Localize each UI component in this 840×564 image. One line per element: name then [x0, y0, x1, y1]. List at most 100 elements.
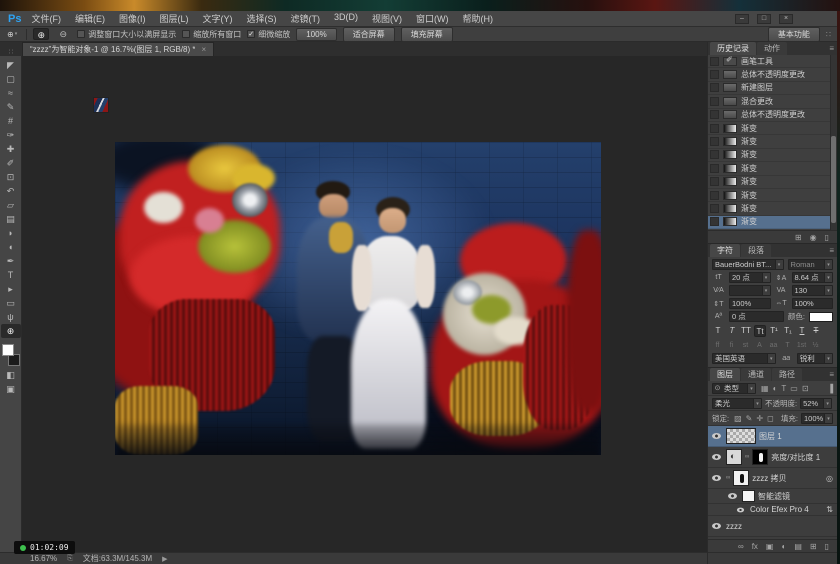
subscript-button[interactable]: T₁: [782, 325, 794, 337]
smart-filter-item-row[interactable]: Color Efex Pro 4 ⇅: [708, 504, 837, 516]
menu-item[interactable]: 帮助(H): [462, 12, 493, 25]
shape-tool[interactable]: ▭: [1, 296, 21, 310]
foreground-color-swatch[interactable]: [2, 344, 14, 356]
history-step[interactable]: 渐变: [708, 216, 837, 229]
font-style-select[interactable]: Roman▾: [788, 259, 833, 270]
type-filter-icon[interactable]: T: [781, 384, 786, 393]
menu-item[interactable]: 图层(L): [159, 12, 188, 25]
blur-tool[interactable]: ◗: [1, 226, 21, 240]
tab-character[interactable]: 字符: [710, 244, 740, 257]
chevron-down-icon[interactable]: ▾: [762, 273, 770, 282]
shape-filter-icon[interactable]: ▭: [790, 384, 798, 393]
text-color-swatch[interactable]: [809, 312, 833, 322]
history-step[interactable]: 渐变: [708, 149, 837, 162]
hand-tool[interactable]: ψ: [1, 310, 21, 324]
all-caps-button[interactable]: TT: [740, 325, 752, 337]
fill-select[interactable]: 100%▾: [801, 413, 833, 424]
chevron-down-icon[interactable]: ▾: [767, 354, 775, 363]
chevron-down-icon[interactable]: ▾: [775, 260, 783, 269]
zoom-in-button[interactable]: ⊕: [33, 28, 49, 40]
new-layer-icon[interactable]: ⊞: [810, 542, 817, 551]
history-step[interactable]: 新建图层: [708, 82, 837, 95]
menu-item[interactable]: 编辑(E): [75, 12, 105, 25]
layer-name[interactable]: zzzz 拷贝: [752, 473, 823, 484]
smart-filter-badge-icon[interactable]: ◎: [826, 474, 833, 483]
delete-icon[interactable]: ▯: [825, 542, 829, 551]
tab-paragraph[interactable]: 段落: [741, 244, 771, 257]
faux-bold-button[interactable]: T: [712, 325, 724, 337]
menu-item[interactable]: 图像(I): [119, 12, 146, 25]
document-tab[interactable]: “zzzz”为智能对象-1 @ 16.7%(图层 1, RGB/8) * ×: [22, 42, 214, 56]
adjustment-layer-icon[interactable]: [726, 449, 742, 465]
history-source-checkbox[interactable]: [710, 150, 719, 159]
mask-icon[interactable]: ▣: [766, 542, 774, 551]
chevron-down-icon[interactable]: ▾: [762, 286, 770, 295]
filter-blending-icon[interactable]: ⇅: [826, 505, 833, 514]
chevron-down-icon[interactable]: ▾: [824, 260, 832, 269]
new-doc-icon[interactable]: ⊞: [795, 233, 802, 242]
visibility-toggle[interactable]: [734, 507, 747, 513]
eyedropper-tool[interactable]: ✑: [1, 128, 21, 142]
gradient-tool[interactable]: ▤: [1, 212, 21, 226]
quick-mask-button[interactable]: ◧: [1, 368, 21, 382]
history-source-checkbox[interactable]: [710, 124, 719, 133]
lock-all-icon[interactable]: ◻: [767, 414, 774, 423]
chevron-down-icon[interactable]: ▾: [753, 399, 761, 408]
layer-name[interactable]: 亮度/对比度 1: [771, 452, 835, 463]
blend-mode-select[interactable]: 柔光▾: [712, 398, 762, 409]
checkbox-icon[interactable]: [77, 30, 85, 38]
font-size-select[interactable]: 20 点▾: [729, 272, 771, 283]
visibility-toggle[interactable]: [710, 523, 723, 529]
history-step[interactable]: 混合更改: [708, 95, 837, 108]
zoom-all-windows-option[interactable]: 缩放所有窗口: [182, 29, 241, 40]
lasso-tool[interactable]: ≈: [1, 86, 21, 100]
visibility-toggle[interactable]: [710, 433, 723, 439]
vertical-scale-field[interactable]: 100%: [729, 298, 771, 309]
tab-actions[interactable]: 动作: [757, 42, 787, 55]
resize-window-option[interactable]: 调整窗口大小以满屏显示: [77, 29, 176, 40]
snapshot-icon[interactable]: ◉: [810, 233, 817, 242]
history-source-checkbox[interactable]: [710, 110, 719, 119]
smart-filters-row[interactable]: 智能滤镜: [708, 489, 837, 504]
brush-tool[interactable]: ✐: [1, 156, 21, 170]
status-panel-icon[interactable]: ⎘: [67, 555, 73, 563]
chevron-down-icon[interactable]: ▾: [824, 414, 832, 423]
layer-name[interactable]: 智能滤镜: [758, 491, 835, 502]
document-image[interactable]: [115, 142, 601, 455]
canvas[interactable]: [22, 56, 707, 552]
history-step[interactable]: 总体不透明度更改: [708, 68, 837, 81]
opentype-button[interactable]: T: [782, 340, 793, 351]
visibility-toggle[interactable]: [710, 454, 723, 460]
group-icon[interactable]: ▤: [794, 542, 802, 551]
pen-tool[interactable]: ✒: [1, 254, 21, 268]
chevron-down-icon[interactable]: ▾: [824, 354, 832, 363]
opentype-button[interactable]: ½: [810, 340, 821, 351]
minimize-button[interactable]: –: [735, 14, 749, 24]
superscript-button[interactable]: T¹: [768, 325, 780, 337]
history-step[interactable]: 渐变: [708, 189, 837, 202]
leading-select[interactable]: 8.64 点▾: [792, 272, 834, 283]
menu-item[interactable]: 滤镜(T): [290, 12, 320, 25]
history-step[interactable]: 渐变: [708, 202, 837, 215]
panel-menu-icon[interactable]: ≡: [829, 246, 834, 255]
zoom-tool-preset[interactable]: ⊕▾: [4, 30, 20, 39]
layer-row[interactable]: ∞ 亮度/对比度 1: [708, 447, 837, 468]
history-scrollbar[interactable]: [830, 55, 837, 230]
chevron-down-icon[interactable]: ▾: [747, 384, 755, 393]
fit-screen-button[interactable]: 适合屏幕: [343, 27, 395, 42]
layer-mask-thumbnail[interactable]: [752, 449, 768, 465]
adjustment-icon[interactable]: ◐: [781, 542, 786, 551]
layer-thumbnail[interactable]: [726, 428, 756, 444]
lock-pixels-icon[interactable]: ✎: [746, 414, 753, 423]
history-step[interactable]: 渐变: [708, 162, 837, 175]
scrollbar-thumb[interactable]: [831, 136, 836, 224]
tab-layers[interactable]: 图层: [710, 368, 740, 381]
tab-paths[interactable]: 路径: [772, 368, 802, 381]
opentype-button[interactable]: fi: [726, 340, 737, 351]
filter-toggle-icon[interactable]: ▐: [827, 384, 833, 393]
zoom-100-button[interactable]: 100%: [296, 28, 336, 41]
lock-transparency-icon[interactable]: ▨: [734, 414, 742, 423]
history-source-checkbox[interactable]: [710, 164, 719, 173]
marquee-tool[interactable]: ▢: [1, 72, 21, 86]
link-icon[interactable]: ∞: [738, 542, 744, 551]
